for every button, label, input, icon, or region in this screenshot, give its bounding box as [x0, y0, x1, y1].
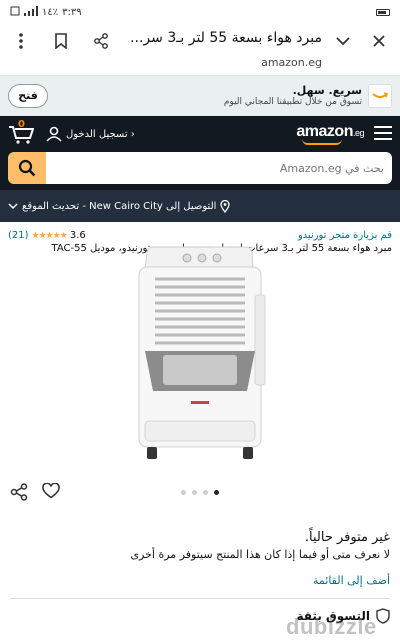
app-promo-banner: فتح سريع. سهل. تسوق من خلال تطبيقنا المج…	[0, 76, 400, 116]
chevron-down-icon[interactable]	[332, 30, 354, 52]
search-box	[8, 152, 392, 184]
location-text: التوصيل إلى New Cairo City - تحديث الموق…	[22, 200, 217, 212]
carousel-dot[interactable]	[192, 490, 197, 495]
cart-count: 0	[18, 119, 25, 130]
rating-count: (21)	[8, 230, 29, 241]
menu-icon[interactable]	[374, 125, 392, 144]
promo-subtitle: تسوق من خلال تطبيقنا المجاني اليوم	[223, 97, 362, 107]
cart-button[interactable]: 0	[8, 119, 36, 145]
carousel-dot[interactable]	[203, 490, 208, 495]
signal-icon	[24, 5, 38, 19]
product-image[interactable]	[125, 245, 275, 463]
divider	[10, 598, 390, 599]
time-text: ٣:٣٩	[62, 6, 82, 18]
search-button[interactable]	[8, 152, 46, 184]
promo-text: سريع. سهل. تسوق من خلال تطبيقنا المجاني …	[223, 83, 392, 108]
store-link[interactable]: قم بزيارة متجر تورنيدو	[298, 230, 392, 241]
status-icons: ٣:٣٩ ٪١٤	[10, 5, 82, 19]
amazon-logo[interactable]: amazon.eg	[296, 123, 365, 145]
availability-status: غير متوفر حالياً.	[304, 530, 390, 545]
close-icon[interactable]	[368, 30, 390, 52]
shield-icon	[376, 608, 390, 624]
page-url: amazon.eg	[261, 56, 322, 69]
location-pin-icon	[220, 199, 231, 213]
image-carousel-dots	[0, 490, 400, 495]
more-options-icon[interactable]	[10, 30, 32, 52]
carousel-dot[interactable]	[181, 490, 186, 495]
notification-icon	[10, 6, 20, 19]
user-icon	[46, 126, 62, 142]
sign-in-link[interactable]: تسجيل الدخول ›	[46, 126, 135, 142]
add-to-list-link[interactable]: أضف إلى القائمة	[313, 574, 390, 587]
page-title: مبرد هواء بسعة 55 لتر بـ3 سر...	[130, 30, 322, 46]
logo-smile-icon	[302, 139, 343, 145]
search-section	[0, 152, 400, 190]
carousel-dot-active[interactable]	[214, 490, 219, 495]
logo-suffix: .eg	[352, 128, 365, 138]
amazon-header: 0 تسجيل الدخول › amazon.eg	[0, 116, 400, 152]
battery-icon	[376, 8, 390, 16]
rating[interactable]: (21) ★★★★★ 3.6	[8, 230, 86, 241]
logo-text: amazon	[296, 123, 353, 140]
rating-value: 3.6	[69, 230, 86, 241]
open-app-button[interactable]: فتح	[8, 83, 48, 108]
status-bar: ٣:٣٩ ٪١٤	[0, 0, 400, 24]
seller-rating-line: (21) ★★★★★ 3.6 قم بزيارة متجر تورنيدو	[0, 222, 400, 241]
browser-bar: مبرد هواء بسعة 55 لتر بـ3 سر... amazon.e…	[0, 24, 400, 76]
amazon-app-icon	[368, 83, 392, 108]
delivery-location-bar[interactable]: التوصيل إلى New Cairo City - تحديث الموق…	[0, 190, 400, 222]
availability-section: غير متوفر حالياً. لا نعرف متى أو فيما إذ…	[130, 530, 390, 561]
chevron-down-icon	[8, 202, 18, 209]
availability-note: لا نعرف متى أو فيما إذا كان هذا المنتج س…	[130, 548, 390, 561]
header-left: 0 تسجيل الدخول ›	[8, 119, 135, 145]
search-input[interactable]	[46, 152, 392, 184]
header-right: amazon.eg	[296, 123, 392, 145]
browser-nav	[332, 30, 390, 52]
promo-title: سريع. سهل.	[292, 84, 362, 97]
star-rating-icon: ★★★★★	[31, 230, 68, 241]
dubizzle-watermark: dubizzle	[286, 614, 377, 639]
battery-text: ٪١٤	[42, 6, 59, 18]
sign-in-label: تسجيل الدخول ›	[66, 128, 135, 140]
bookmark-icon[interactable]	[50, 30, 72, 52]
search-icon	[18, 159, 36, 177]
